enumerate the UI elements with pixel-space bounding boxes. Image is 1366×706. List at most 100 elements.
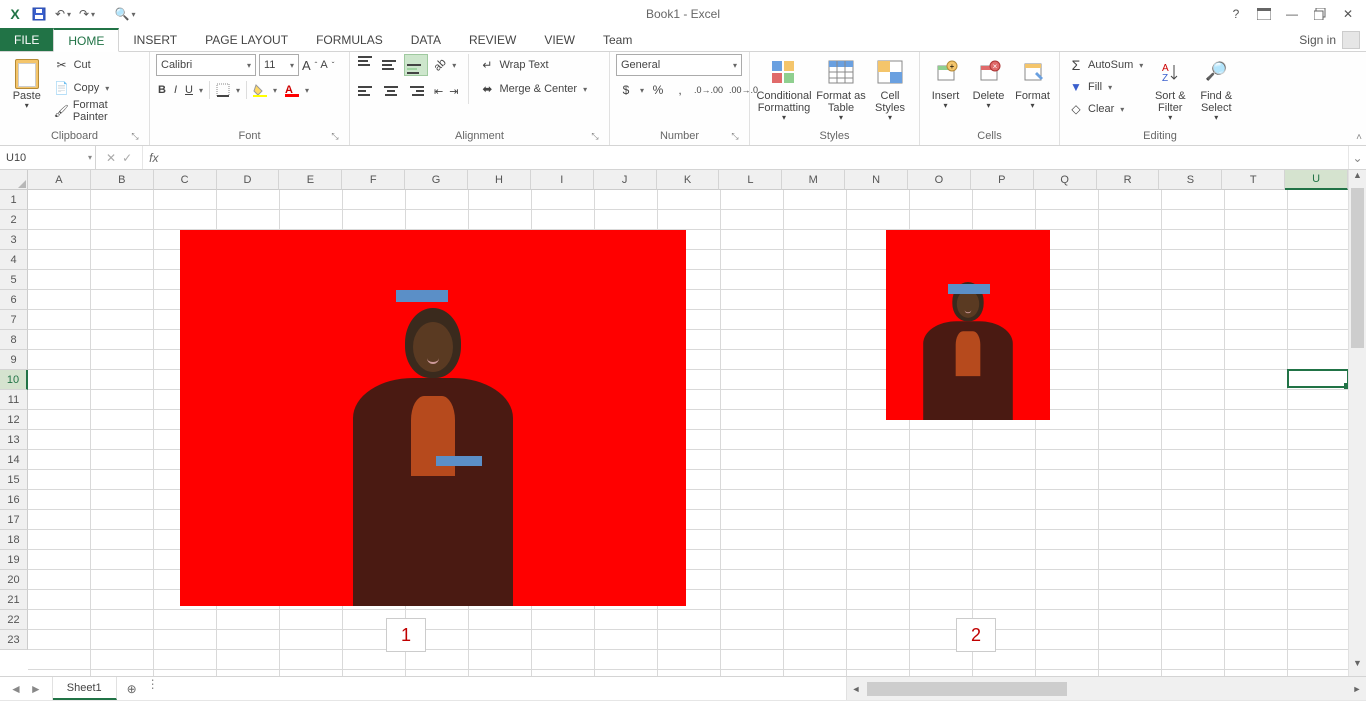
col-header-D[interactable]: D (217, 170, 280, 190)
vertical-scroll-thumb[interactable] (1351, 188, 1364, 348)
tab-home[interactable]: HOME (53, 28, 119, 52)
formula-input[interactable] (164, 146, 1348, 169)
col-header-B[interactable]: B (91, 170, 154, 190)
new-sheet-button[interactable]: ⊕ (117, 677, 147, 700)
select-all-corner[interactable] (0, 170, 28, 190)
fx-icon[interactable]: fx (143, 146, 164, 169)
number-launcher[interactable]: ⤡ (729, 130, 741, 142)
close-button[interactable]: ✕ (1334, 3, 1362, 25)
font-name-combo[interactable]: Calibri▾ (156, 54, 256, 76)
copy-button[interactable]: 📄Copy (52, 77, 143, 99)
cut-button[interactable]: ✂Cut (52, 54, 143, 76)
tab-data[interactable]: DATA (397, 28, 455, 51)
shrink-font-button[interactable]: Aˇ (320, 54, 334, 76)
align-middle-button[interactable] (380, 54, 402, 76)
collapse-ribbon-button[interactable]: ˄ (1356, 132, 1362, 143)
col-header-S[interactable]: S (1159, 170, 1222, 190)
col-header-C[interactable]: C (154, 170, 217, 190)
row-header-9[interactable]: 9 (0, 350, 28, 370)
col-header-M[interactable]: M (782, 170, 845, 190)
tab-team[interactable]: Team (589, 28, 646, 51)
tab-view[interactable]: VIEW (530, 28, 589, 51)
row-header-11[interactable]: 11 (0, 390, 28, 410)
col-header-Q[interactable]: Q (1034, 170, 1097, 190)
cells-viewport[interactable]: 1 2 (28, 190, 1348, 676)
image-2[interactable] (886, 230, 1050, 420)
clipboard-launcher[interactable]: ⤡ (129, 130, 141, 142)
row-header-22[interactable]: 22 (0, 610, 28, 630)
col-header-T[interactable]: T (1222, 170, 1285, 190)
horizontal-scrollbar[interactable]: ◄ ► (846, 677, 1366, 700)
print-preview-button[interactable]: 🔍 (114, 3, 136, 25)
ribbon-display-options[interactable] (1250, 3, 1278, 25)
format-as-table-button[interactable]: Format as Table▾ (816, 54, 866, 123)
sheet-nav-prev[interactable]: ◄ (10, 682, 22, 696)
align-center-button[interactable] (380, 80, 402, 102)
worksheet-grid[interactable]: ABCDEFGHIJKLMNOPQRSTU 123456789101112131… (0, 170, 1366, 676)
tab-page-layout[interactable]: PAGE LAYOUT (191, 28, 302, 51)
align-bottom-button[interactable] (404, 54, 428, 76)
accounting-format-button[interactable]: $ (616, 79, 646, 101)
row-header-4[interactable]: 4 (0, 250, 28, 270)
vertical-scrollbar[interactable]: ▲ ▼ (1348, 170, 1366, 676)
increase-decimal-button[interactable]: .0→.00 (692, 79, 725, 101)
grow-font-button[interactable]: Aˆ (302, 54, 317, 76)
restore-button[interactable] (1306, 3, 1334, 25)
borders-button[interactable] (214, 79, 242, 101)
col-header-J[interactable]: J (594, 170, 657, 190)
clear-button[interactable]: ◇Clear (1066, 98, 1145, 120)
format-painter-button[interactable]: 🖌Format Painter (52, 100, 143, 122)
delete-cells-button[interactable]: ×Delete▾ (969, 54, 1008, 111)
row-header-15[interactable]: 15 (0, 470, 28, 490)
row-header-12[interactable]: 12 (0, 410, 28, 430)
active-cell[interactable] (1287, 369, 1348, 388)
row-headers[interactable]: 1234567891011121314151617181920212223 (0, 190, 28, 676)
wrap-text-button[interactable]: ↵Wrap Text (477, 54, 589, 76)
tab-file[interactable]: FILE (0, 28, 53, 51)
row-header-8[interactable]: 8 (0, 330, 28, 350)
paste-button[interactable]: Paste▾ (6, 54, 48, 111)
row-header-10[interactable]: 10 (0, 370, 28, 390)
col-header-A[interactable]: A (28, 170, 91, 190)
tab-split-handle[interactable]: ⋮ (147, 677, 157, 700)
row-header-18[interactable]: 18 (0, 530, 28, 550)
row-header-7[interactable]: 7 (0, 310, 28, 330)
enter-formula-button[interactable]: ✓ (122, 151, 132, 165)
col-header-E[interactable]: E (279, 170, 342, 190)
redo-button[interactable]: ↷ (76, 3, 98, 25)
avatar-icon[interactable] (1342, 31, 1360, 49)
tab-review[interactable]: REVIEW (455, 28, 530, 51)
cancel-formula-button[interactable]: ✕ (106, 151, 116, 165)
row-header-1[interactable]: 1 (0, 190, 28, 210)
find-select-button[interactable]: 🔎Find & Select▾ (1195, 54, 1237, 123)
col-header-U[interactable]: U (1285, 170, 1348, 190)
save-button[interactable] (28, 3, 50, 25)
minimize-button[interactable]: — (1278, 3, 1306, 25)
font-launcher[interactable]: ⤡ (329, 130, 341, 142)
row-header-6[interactable]: 6 (0, 290, 28, 310)
cell-styles-button[interactable]: Cell Styles▾ (870, 54, 910, 123)
expand-formula-bar-button[interactable]: ⌄ (1348, 146, 1366, 169)
horizontal-scroll-thumb[interactable] (867, 682, 1067, 696)
col-header-R[interactable]: R (1097, 170, 1160, 190)
row-header-16[interactable]: 16 (0, 490, 28, 510)
col-header-H[interactable]: H (468, 170, 531, 190)
align-left-button[interactable] (356, 80, 378, 102)
tab-insert[interactable]: INSERT (119, 28, 191, 51)
tab-formulas[interactable]: FORMULAS (302, 28, 397, 51)
col-header-G[interactable]: G (405, 170, 468, 190)
row-header-2[interactable]: 2 (0, 210, 28, 230)
sheet-nav-next[interactable]: ► (30, 682, 42, 696)
image-1[interactable] (180, 230, 686, 606)
font-size-combo[interactable]: 11▾ (259, 54, 299, 76)
col-header-F[interactable]: F (342, 170, 405, 190)
insert-cells-button[interactable]: +Insert▾ (926, 54, 965, 111)
row-header-17[interactable]: 17 (0, 510, 28, 530)
align-top-button[interactable] (356, 54, 378, 76)
format-cells-button[interactable]: Format▾ (1012, 54, 1053, 111)
alignment-launcher[interactable]: ⤡ (589, 130, 601, 142)
increase-indent-button[interactable]: ⇥ (447, 80, 460, 102)
comma-button[interactable]: , (670, 79, 690, 101)
sign-in-link[interactable]: Sign in (1299, 33, 1336, 47)
autosum-button[interactable]: ΣAutoSum (1066, 54, 1145, 76)
